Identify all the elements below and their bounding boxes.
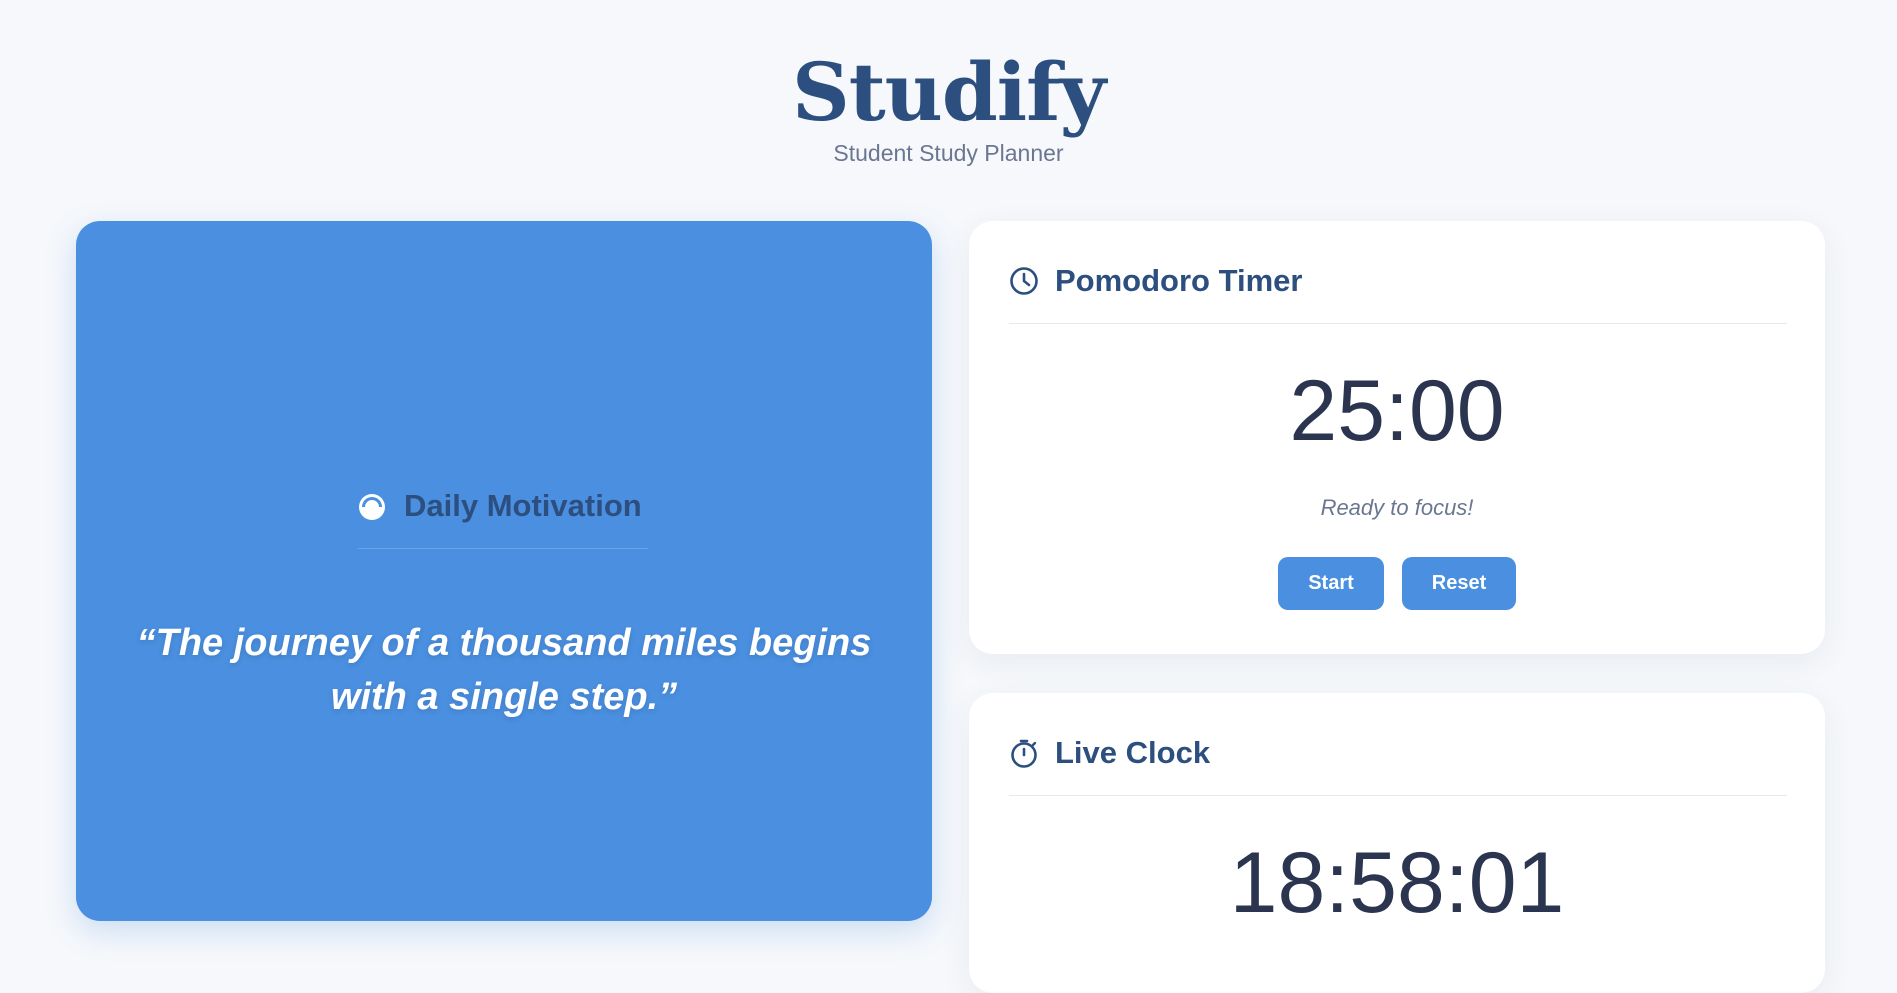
start-button[interactable]: Start [1278,557,1384,610]
motivation-title: Daily Motivation [404,488,642,523]
motivation-header: Daily Motivation [356,486,650,526]
clock-display: 18:58:01 [1229,835,1565,931]
clock-icon [1009,266,1039,296]
timer-display: 25:00 [1289,363,1505,459]
timer-divider [1009,323,1787,324]
motivation-card [76,221,932,921]
reset-button[interactable]: Reset [1402,557,1516,610]
clock-header: Live Clock [1009,733,1789,773]
timer-title: Pomodoro Timer [1055,263,1303,298]
pomodoro-timer-card: Pomodoro Timer 25:00 Ready to focus! Sta… [969,221,1825,654]
timer-header: Pomodoro Timer [1009,261,1789,301]
timer-status: Ready to focus! [1320,495,1474,520]
live-clock-card: Live Clock 18:58:01 [969,693,1825,993]
sunrise-icon [356,490,388,522]
clock-divider [1009,795,1787,796]
clock-title: Live Clock [1055,735,1211,770]
stopwatch-icon [1009,738,1039,768]
motivation-divider [358,548,648,549]
motivation-quote: “The journey of a thousand miles begins … [136,622,872,718]
app-title: Studify [791,45,1106,139]
app-subtitle: Student Study Planner [833,140,1064,166]
